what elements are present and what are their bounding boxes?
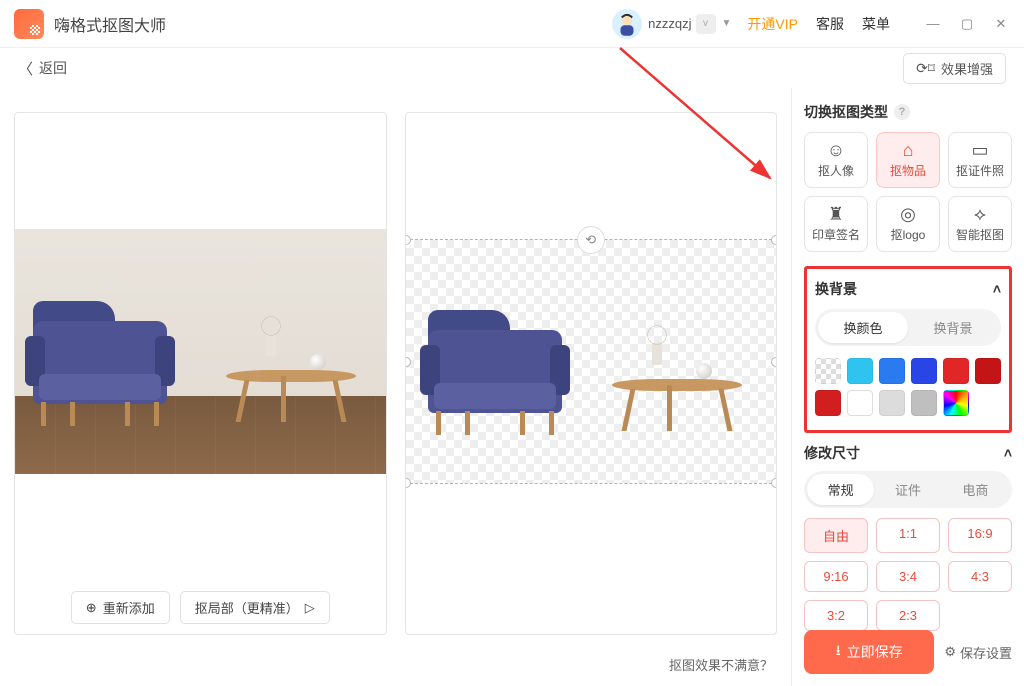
size-tab-id[interactable]: 证件 (874, 474, 941, 505)
type-section-title: 切换抠图类型 (804, 102, 888, 122)
user-badge-icon: v (696, 14, 716, 34)
type-grid: ☺抠人像 ⌂抠物品 ▭抠证件照 ♜印章签名 ◎抠logo ⟡智能抠图 (804, 132, 1012, 252)
type-idphoto[interactable]: ▭抠证件照 (948, 132, 1012, 188)
save-label: 立即保存 (847, 642, 903, 662)
collapse-icon[interactable]: ˄ (993, 281, 1001, 297)
ratio-3-2[interactable]: 3:2 (804, 600, 868, 631)
swatch-color[interactable] (879, 358, 905, 384)
size-tab-general[interactable]: 常规 (807, 474, 874, 505)
result-board: ⟲ (405, 112, 778, 635)
type-person[interactable]: ☺抠人像 (804, 132, 868, 188)
swatch-color[interactable] (815, 390, 841, 416)
badge-icon: ◎ (900, 205, 916, 223)
menu-link[interactable]: 菜单 (862, 14, 890, 34)
swatch-custom-color[interactable] (943, 390, 969, 416)
partial-label: 抠局部（更精准） (195, 598, 299, 617)
swatch-color[interactable] (847, 390, 873, 416)
swatch-color[interactable] (879, 390, 905, 416)
maximize-icon[interactable]: ▢ (958, 15, 976, 33)
stamp-icon: ♜ (828, 205, 844, 223)
ratio-1-1[interactable]: 1:1 (876, 518, 940, 553)
enhance-label: 效果增强 (941, 59, 993, 78)
ratio-2-3[interactable]: 2:3 (876, 600, 940, 631)
bg-tabs: 换颜色 换背景 (815, 309, 1001, 346)
bg-tab-color[interactable]: 换颜色 (818, 312, 908, 343)
size-section-title: 修改尺寸 (804, 443, 860, 463)
background-section-highlight: 换背景 ˄ 换颜色 换背景 (804, 266, 1012, 433)
bg-section-title: 换背景 (815, 279, 857, 299)
crop-handle[interactable] (771, 478, 777, 488)
play-circle-icon: ▷ (305, 600, 315, 616)
minimize-icon[interactable]: — (924, 15, 942, 33)
ratio-grid: 自由 1:1 16:9 9:16 3:4 4:3 3:2 2:3 (804, 518, 1012, 631)
type-logo[interactable]: ◎抠logo (876, 196, 940, 252)
app-title: 嗨格式抠图大师 (54, 12, 166, 36)
app-logo-icon (14, 9, 44, 39)
ratio-16-9[interactable]: 16:9 (948, 518, 1012, 553)
readd-button[interactable]: ⊕ 重新添加 (71, 591, 170, 624)
partial-cutout-button[interactable]: 抠局部（更精准） ▷ (180, 591, 330, 624)
swatch-transparent[interactable] (815, 358, 841, 384)
ratio-9-16[interactable]: 9:16 (804, 561, 868, 592)
workspace: ⊕ 重新添加 抠局部（更精准） ▷ ⟲ (0, 88, 791, 686)
crop-handle[interactable] (771, 235, 777, 245)
download-icon: ⭳ (836, 640, 841, 664)
support-link[interactable]: 客服 (816, 14, 844, 34)
swatch-color[interactable] (911, 358, 937, 384)
save-settings-button[interactable]: ⚙ 保存设置 (944, 643, 1012, 662)
save-button[interactable]: ⭳ 立即保存 (804, 630, 934, 674)
ratio-free[interactable]: 自由 (804, 518, 868, 553)
original-image (15, 229, 386, 474)
ratio-3-4[interactable]: 3:4 (876, 561, 940, 592)
original-board: ⊕ 重新添加 抠局部（更精准） ▷ (14, 112, 387, 635)
ai-icon: ⟡ (974, 205, 986, 223)
gear-icon: ⚙ (944, 644, 956, 660)
type-object[interactable]: ⌂抠物品 (876, 132, 940, 188)
crop-handle[interactable] (405, 357, 411, 367)
username[interactable]: nzzzqzj (648, 16, 691, 31)
original-actions: ⊕ 重新添加 抠局部（更精准） ▷ (15, 581, 386, 634)
color-swatches (815, 358, 1001, 416)
close-icon[interactable]: ✕ (992, 15, 1010, 33)
swatch-color[interactable] (975, 358, 1001, 384)
swatch-color[interactable] (943, 358, 969, 384)
side-panel: 切换抠图类型 ? ☺抠人像 ⌂抠物品 ▭抠证件照 ♜印章签名 ◎抠logo ⟡智… (791, 88, 1024, 686)
swatch-color[interactable] (847, 358, 873, 384)
back-label: 返回 (39, 58, 67, 78)
toolbar: 〈 返回 ⟳⌑ 效果增强 (0, 48, 1024, 88)
collapse-icon[interactable]: ˄ (1004, 445, 1012, 461)
bg-tab-image[interactable]: 换背景 (908, 312, 998, 343)
ratio-4-3[interactable]: 4:3 (948, 561, 1012, 592)
idcard-icon: ▭ (971, 141, 988, 159)
bag-icon: ⌂ (903, 141, 914, 159)
avatar-icon[interactable] (612, 9, 642, 39)
type-stamp[interactable]: ♜印章签名 (804, 196, 868, 252)
chevron-left-icon: 〈 (18, 58, 33, 79)
readd-label: 重新添加 (103, 598, 155, 617)
back-button[interactable]: 〈 返回 (18, 58, 67, 79)
open-vip-link[interactable]: 开通VIP (747, 14, 798, 34)
crop-handle[interactable] (771, 357, 777, 367)
size-tabs: 常规 证件 电商 (804, 471, 1012, 508)
person-icon: ☺ (827, 141, 845, 159)
chevron-down-icon[interactable]: ▼ (722, 18, 732, 29)
save-settings-label: 保存设置 (960, 643, 1012, 662)
feedback-link[interactable]: 抠图效果不满意？ (669, 655, 773, 674)
crop-frame[interactable]: ⟲ (405, 239, 778, 484)
swatch-color[interactable] (911, 390, 937, 416)
help-icon[interactable]: ? (894, 104, 910, 120)
type-smart[interactable]: ⟡智能抠图 (948, 196, 1012, 252)
scan-icon: ⟳⌑ (916, 60, 935, 77)
title-bar: 嗨格式抠图大师 nzzzqzj v ▼ 开通VIP 客服 菜单 — ▢ ✕ (0, 0, 1024, 48)
size-tab-ecommerce[interactable]: 电商 (942, 474, 1009, 505)
plus-circle-icon: ⊕ (86, 600, 97, 616)
enhance-button[interactable]: ⟳⌑ 效果增强 (903, 53, 1006, 84)
crop-handle[interactable] (405, 478, 411, 488)
